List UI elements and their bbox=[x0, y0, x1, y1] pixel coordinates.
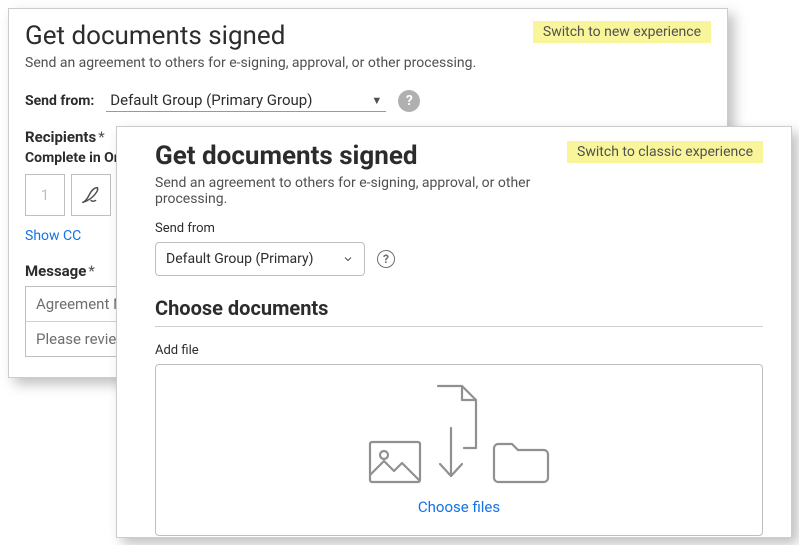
choose-files-link[interactable]: Choose files bbox=[418, 498, 500, 516]
send-from-label: Send from bbox=[155, 221, 763, 236]
send-from-select[interactable]: Default Group (Primary) bbox=[155, 242, 365, 276]
page-subtitle: Send an agreement to others for e-signin… bbox=[25, 55, 476, 71]
page-title: Get documents signed bbox=[25, 21, 476, 51]
folder-icon bbox=[492, 440, 550, 484]
choose-documents-heading: Choose documents bbox=[155, 296, 763, 327]
help-icon[interactable]: ? bbox=[377, 250, 395, 268]
switch-to-classic-experience-button[interactable]: Switch to classic experience bbox=[567, 141, 763, 163]
dropzone-icons bbox=[368, 384, 550, 484]
show-cc-link[interactable]: Show CC bbox=[25, 228, 81, 244]
sign-role-button[interactable] bbox=[71, 174, 111, 216]
add-file-label: Add file bbox=[155, 343, 763, 358]
help-icon[interactable]: ? bbox=[398, 90, 420, 112]
page-title: Get documents signed bbox=[155, 141, 567, 171]
send-from-value: Default Group (Primary) bbox=[166, 251, 313, 267]
file-dropzone[interactable]: Choose files bbox=[155, 364, 763, 536]
switch-to-new-experience-button[interactable]: Switch to new experience bbox=[533, 21, 711, 43]
recipient-order-input[interactable]: 1 bbox=[25, 174, 65, 216]
chevron-down-icon: ▼ bbox=[371, 94, 382, 107]
image-icon bbox=[368, 440, 422, 484]
document-download-icon bbox=[432, 384, 482, 484]
new-experience-panel: Get documents signed Send an agreement t… bbox=[116, 126, 792, 538]
page-subtitle: Send an agreement to others for e-signin… bbox=[155, 175, 567, 207]
chevron-down-icon bbox=[342, 253, 354, 265]
send-from-label: Send from: bbox=[25, 93, 94, 109]
pen-icon bbox=[80, 184, 102, 206]
send-from-select[interactable]: Default Group (Primary Group) ▼ bbox=[106, 89, 386, 112]
send-from-value: Default Group (Primary Group) bbox=[110, 91, 312, 109]
